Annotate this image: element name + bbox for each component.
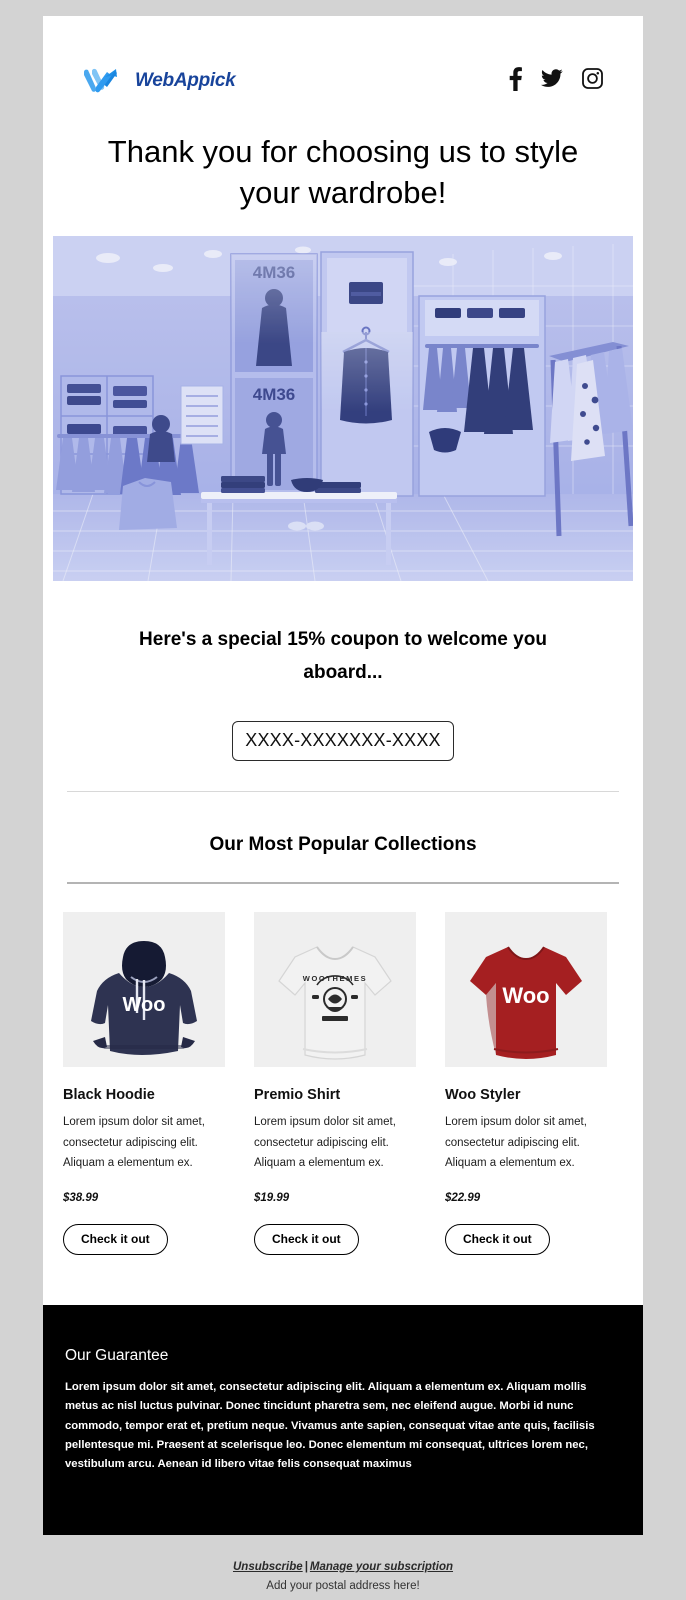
- twitter-icon[interactable]: [541, 69, 563, 93]
- spacer: [43, 1254, 643, 1305]
- product-price: $38.99: [63, 1191, 99, 1204]
- coupon-heading-line-2: aboard...: [303, 662, 383, 684]
- manage-subscription-link[interactable]: Manage your subscription: [310, 1561, 453, 1573]
- product-name: Premio Shirt: [254, 1087, 341, 1104]
- email-viewport: WebAppick Thank you for choosing us to s…: [0, 0, 686, 1600]
- brand-logo-text: WebAppick: [135, 70, 236, 91]
- product-description: Lorem ipsum dolor sit amet, consectetur …: [445, 1116, 587, 1170]
- hero-store-illustration: 4M36 4M36: [53, 235, 633, 581]
- postal-address: Add your postal address here!: [266, 1579, 420, 1592]
- guarantee-text: Lorem ipsum dolor sit amet, consectetur …: [65, 1380, 595, 1471]
- product-card: Woo Black Hoodie Lorem ipsum dolor sit a…: [63, 912, 225, 1255]
- check-it-out-button[interactable]: Check it out: [63, 1223, 168, 1255]
- product-cta-row: Check it out: [254, 1204, 416, 1255]
- check-it-out-button[interactable]: Check it out: [445, 1223, 550, 1255]
- instagram-icon[interactable]: [582, 68, 603, 94]
- guarantee-title: Our Guarantee: [65, 1346, 169, 1364]
- unsubscribe-link[interactable]: Unsubscribe: [233, 1561, 303, 1573]
- product-price: $19.99: [254, 1191, 290, 1204]
- product-card: Woo Woo Styler Lorem ipsum dolor sit ame…: [445, 912, 607, 1255]
- headline-line-1: Thank you for choosing us to style: [107, 134, 579, 169]
- email-footer: Unsubscribe | Manage your subscription Add…: [43, 1534, 643, 1592]
- woo-styler-image[interactable]: Woo: [445, 912, 607, 1068]
- hoodie-illustration: Woo: [91, 941, 197, 1056]
- email-header: WebAppick: [43, 16, 643, 106]
- headline-line-2: your wardrobe!: [239, 174, 447, 210]
- svg-text:WOOTHEMES: WOOTHEMES: [303, 974, 367, 983]
- product-name: Black Hoodie: [63, 1087, 155, 1104]
- black-hoodie-image[interactable]: Woo: [63, 912, 225, 1068]
- email-body: WebAppick Thank you for choosing us to s…: [43, 16, 643, 1535]
- social-links: [509, 66, 603, 96]
- product-description: Lorem ipsum dolor sit amet, consectetur …: [254, 1116, 396, 1170]
- webappick-w-logo-icon: [84, 68, 117, 93]
- coupon-heading: Here's a special 15% coupon to welcome y…: [83, 623, 603, 690]
- coupon-heading-line-1: Here's a special 15% coupon to welcome y…: [139, 628, 547, 650]
- product-cta-row: Check it out: [445, 1204, 607, 1255]
- collections-title: Our Most Popular Collections: [209, 834, 477, 856]
- premio-shirt-image[interactable]: WOOTHEMES: [254, 912, 416, 1068]
- product-cta-row: Check it out: [63, 1204, 225, 1255]
- svg-text:Woo: Woo: [123, 994, 166, 1016]
- svg-text:Woo: Woo: [502, 983, 549, 1008]
- coupon-code[interactable]: XXXX-XXXXXXX-XXXX: [232, 721, 454, 762]
- page-title: Thank you for choosing us to style your …: [43, 106, 643, 236]
- coupon-section: Here's a special 15% coupon to welcome y…: [43, 581, 643, 762]
- tshirt-illustration: Woo: [470, 946, 582, 1060]
- footer-separator: |: [304, 1560, 308, 1573]
- guarantee-section: Our Guarantee Lorem ipsum dolor sit amet…: [43, 1304, 643, 1535]
- hero-image: 4M36 4M36: [53, 235, 633, 581]
- product-name: Woo Styler: [445, 1087, 521, 1104]
- brand-logo[interactable]: WebAppick: [83, 68, 236, 94]
- product-description: Lorem ipsum dolor sit amet, consectetur …: [63, 1116, 205, 1170]
- tshirt-illustration: WOOTHEMES: [278, 946, 392, 1060]
- check-it-out-button[interactable]: Check it out: [254, 1223, 359, 1255]
- product-grid: Woo Black Hoodie Lorem ipsum dolor sit a…: [43, 884, 643, 1255]
- facebook-icon[interactable]: [509, 66, 522, 96]
- product-price: $22.99: [445, 1191, 481, 1204]
- coupon-code-row: XXXX-XXXXXXX-XXXX: [83, 721, 603, 762]
- footer-links: Unsubscribe | Manage your subscription: [43, 1561, 643, 1573]
- product-card: WOOTHEMES Premio Shirt Lorem ipsum dolor…: [254, 912, 416, 1255]
